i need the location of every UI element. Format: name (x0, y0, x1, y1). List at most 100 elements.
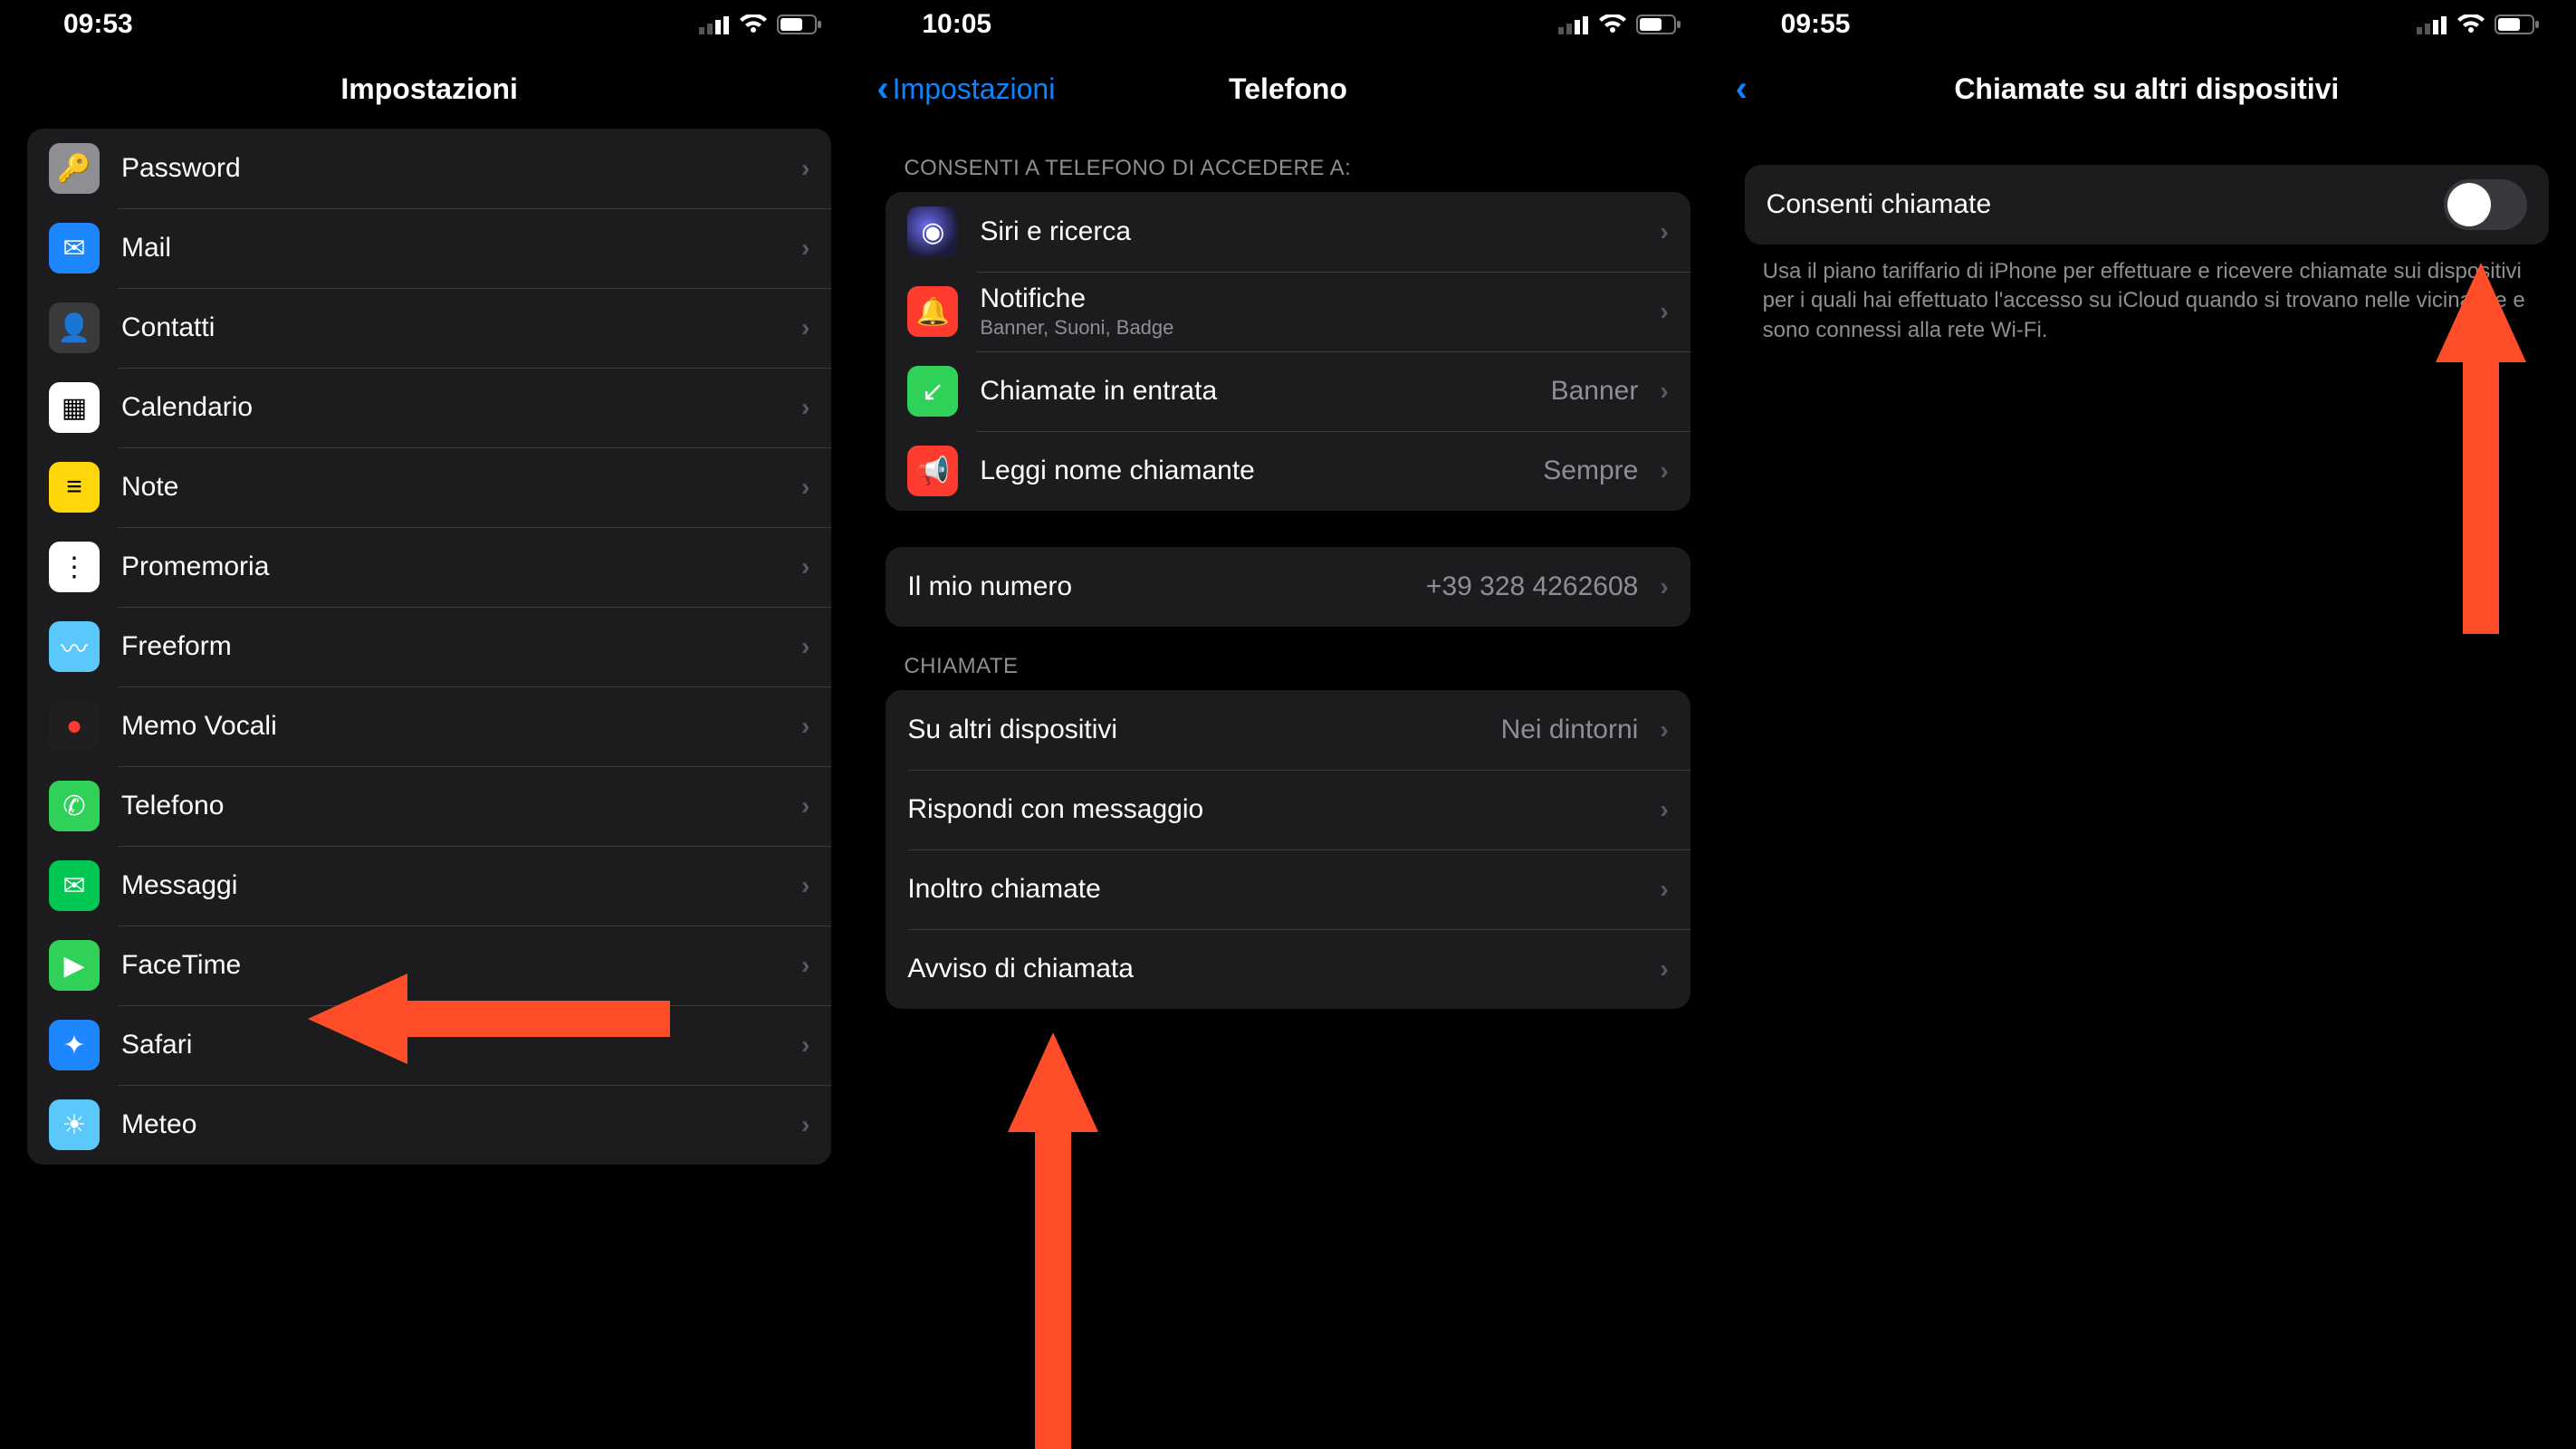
cellular-icon (699, 14, 730, 34)
row-label: Notifiche (980, 283, 1638, 314)
settings-row-leggi-nome-chiamante[interactable]: 📢 Leggi nome chiamante Sempre › (886, 431, 1690, 511)
chevron-right-icon: › (801, 871, 809, 900)
settings-row-chiamate-in-entrata[interactable]: ↙ Chiamate in entrata Banner › (886, 351, 1690, 431)
nav-title: Impostazioni (0, 72, 858, 106)
settings-row-su-altri-dispositivi[interactable]: Su altri dispositivi Nei dintorni › (886, 690, 1690, 770)
row-label: Su altri dispositivi (907, 715, 1479, 745)
row-label: Note (121, 472, 780, 503)
battery-icon (1636, 14, 1681, 34)
bell-icon: 🔔 (907, 286, 958, 337)
messages-icon: ✉ (49, 860, 100, 911)
wifi-icon (1598, 14, 1627, 34)
status-time: 09:55 (1781, 9, 1851, 40)
settings-row-note[interactable]: ≡ Note › (27, 447, 831, 527)
settings-row-meteo[interactable]: ☀ Meteo › (27, 1085, 831, 1165)
chevron-right-icon: › (1660, 875, 1668, 904)
phone-calls-other-devices: 09:55 ‹ Chiamate su altri dispositivi Co… (1718, 0, 2576, 1449)
section-footer: Usa il piano tariffario di iPhone per ef… (1745, 245, 2549, 345)
chevron-left-icon: ‹ (876, 71, 888, 107)
chevron-right-icon: › (1660, 572, 1668, 601)
settings-row-password[interactable]: 🔑 Password › (27, 129, 831, 208)
row-label: Calendario (121, 392, 780, 423)
phone-icon: ✆ (49, 781, 100, 831)
settings-row-messaggi[interactable]: ✉ Messaggi › (27, 846, 831, 926)
chevron-left-icon: ‹ (1736, 71, 1748, 107)
battery-icon (777, 14, 822, 34)
announce-icon: 📢 (907, 446, 958, 496)
chevron-right-icon: › (801, 632, 809, 661)
nav-bar: Impostazioni (0, 49, 858, 129)
settings-row-facetime[interactable]: ▶ FaceTime › (27, 926, 831, 1005)
status-bar: 10:05 (858, 0, 1717, 49)
status-time: 09:53 (63, 9, 133, 40)
notes-icon: ≡ (49, 462, 100, 513)
safari-icon: ✦ (49, 1020, 100, 1070)
mail-icon: ✉︎ (49, 223, 100, 273)
row-label: Siri e ricerca (980, 216, 1638, 247)
status-bar: 09:53 (0, 0, 858, 49)
settings-list[interactable]: 🔑 Password › ✉︎ Mail › 👤 Contatti › ▦ Ca… (0, 129, 858, 1449)
wifi-icon (739, 14, 768, 34)
row-label: Memo Vocali (121, 711, 780, 742)
phone-telefono-settings: 10:05 ‹ Impostazioni Telefono Consenti a… (858, 0, 1717, 1449)
chevron-right-icon: › (1660, 795, 1668, 824)
chevron-right-icon: › (1660, 456, 1668, 485)
chevron-right-icon: › (801, 1031, 809, 1060)
allow-calls-label: Consenti chiamate (1767, 189, 2422, 220)
row-detail: Banner (1551, 376, 1639, 407)
chevron-right-icon: › (801, 712, 809, 741)
settings-row-calendario[interactable]: ▦ Calendario › (27, 368, 831, 447)
status-time: 10:05 (922, 9, 991, 40)
settings-row-contatti[interactable]: 👤 Contatti › (27, 288, 831, 368)
chevron-right-icon: › (801, 234, 809, 263)
settings-row-memo-vocali[interactable]: ● Memo Vocali › (27, 686, 831, 766)
nav-bar: ‹ Impostazioni Telefono (858, 49, 1717, 129)
chevron-right-icon: › (801, 792, 809, 820)
status-bar: 09:55 (1718, 0, 2576, 49)
row-label: Meteo (121, 1109, 780, 1140)
chevron-right-icon: › (801, 473, 809, 502)
wifi-icon (2456, 14, 2485, 34)
row-label: Chiamate in entrata (980, 376, 1528, 407)
chevron-right-icon: › (801, 393, 809, 422)
settings-row-telefono[interactable]: ✆ Telefono › (27, 766, 831, 846)
allow-calls-toggle[interactable] (2444, 179, 2527, 230)
chevron-right-icon: › (1660, 955, 1668, 984)
settings-row-mail[interactable]: ✉︎ Mail › (27, 208, 831, 288)
back-button[interactable]: ‹ (1736, 71, 1748, 107)
settings-row-freeform[interactable]: 〰 Freeform › (27, 607, 831, 686)
contact-icon: 👤 (49, 302, 100, 353)
row-label: Safari (121, 1030, 780, 1060)
section-header: Consenti a Telefono di accedere a: (886, 129, 1690, 192)
row-detail: Nei dintorni (1501, 715, 1639, 745)
voicememo-icon: ● (49, 701, 100, 752)
calendar-icon: ▦ (49, 382, 100, 433)
back-button[interactable]: ‹ Impostazioni (876, 71, 1055, 107)
chevron-right-icon: › (801, 154, 809, 183)
nav-bar: ‹ Chiamate su altri dispositivi (1718, 49, 2576, 129)
cellular-icon (2417, 14, 2447, 34)
row-label: Leggi nome chiamante (980, 456, 1521, 486)
status-right (699, 14, 822, 34)
row-label: Messaggi (121, 870, 780, 901)
row-label: Password (121, 153, 780, 184)
row-label: Avviso di chiamata (907, 954, 1638, 984)
settings-row-inoltro-chiamate[interactable]: Inoltro chiamate › (886, 849, 1690, 929)
row-label: Promemoria (121, 552, 780, 582)
settings-row-rispondi-con-messaggio[interactable]: Rispondi con messaggio › (886, 770, 1690, 849)
status-right (2417, 14, 2540, 34)
settings-row-avviso-di-chiamata[interactable]: Avviso di chiamata › (886, 929, 1690, 1009)
row-allow-calls[interactable]: Consenti chiamate (1745, 165, 2549, 245)
chevron-right-icon: › (801, 951, 809, 980)
my-number-value: +39 328 4262608 (1426, 571, 1638, 602)
settings-row-promemoria[interactable]: ⋮ Promemoria › (27, 527, 831, 607)
facetime-icon: ▶ (49, 940, 100, 991)
row-my-number[interactable]: Il mio numero +39 328 4262608 › (886, 547, 1690, 627)
battery-icon (2495, 14, 2540, 34)
settings-row-safari[interactable]: ✦ Safari › (27, 1005, 831, 1085)
chevron-right-icon: › (801, 1110, 809, 1139)
weather-icon: ☀ (49, 1099, 100, 1150)
settings-row-siri-e-ricerca[interactable]: ◉ Siri e ricerca › (886, 192, 1690, 272)
settings-row-notifiche[interactable]: 🔔 Notifiche Banner, Suoni, Badge › (886, 272, 1690, 351)
chevron-right-icon: › (1660, 715, 1668, 744)
